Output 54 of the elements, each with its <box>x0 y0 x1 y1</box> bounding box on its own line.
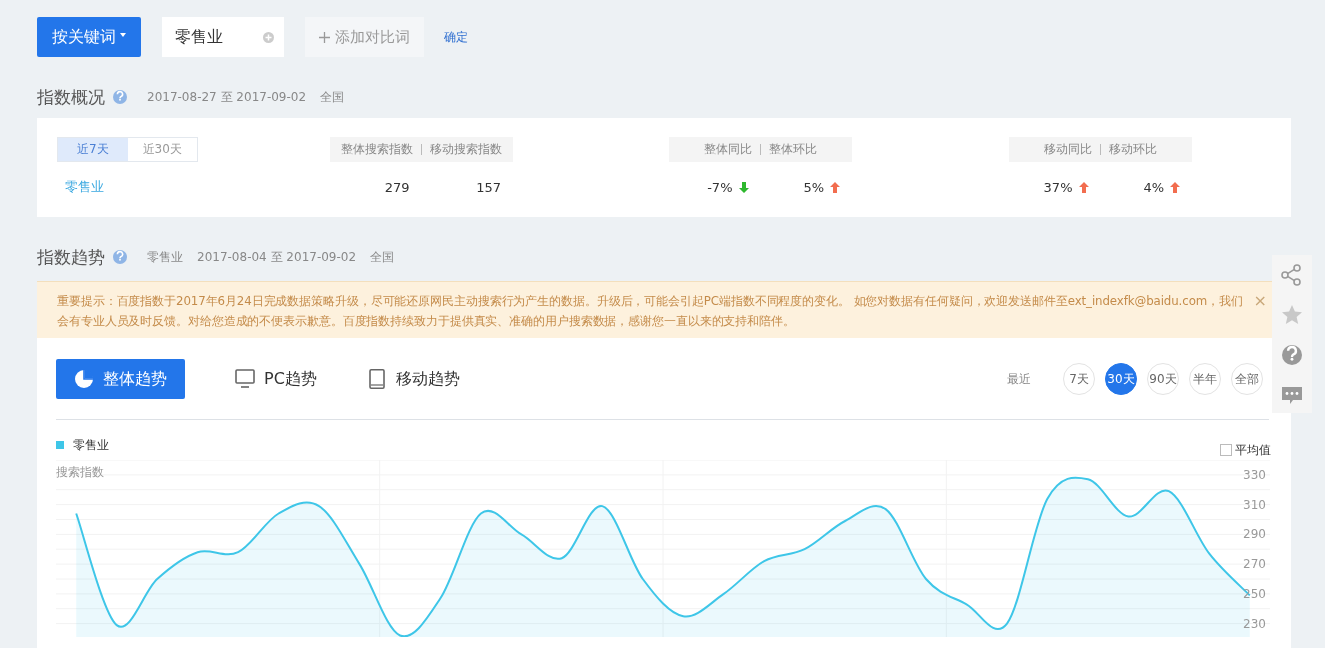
range-button[interactable]: 半年 <box>1189 363 1221 395</box>
column-header: 整体同比 <box>703 141 753 158</box>
column-header: 移动环比 <box>1100 144 1165 155</box>
date-range: 2017-08-27 至 2017-09-02 <box>147 88 307 106</box>
notice-text: 重要提示：百度指数于2017年6月24日完成数据策略升级，尽可能还原网民主动搜索行为产生的数据。升级后，可能会引起PC端指数不同程度的变化。 如您对数据有任何疑问，欢迎发送邮件至ext_indexfk@baidu.com，我们会有专业人员及时反馈。对给您造成的不便表示歉意。百度指数持续致力于提供真实、准确的用户搜索数据，感谢您一直以来的支持和陪伴。 <box>57 293 1244 330</box>
plus-icon <box>319 31 330 43</box>
view-tab[interactable]: 整体趋势 <box>56 359 185 399</box>
checkbox[interactable] <box>1220 444 1232 456</box>
keyword-mode-button[interactable]: 按关键词 <box>37 17 141 57</box>
keyword-label: 零售业 <box>147 248 183 266</box>
monitor-icon <box>235 369 255 389</box>
y-tick-label: 310 <box>1243 497 1266 512</box>
keyword-link[interactable]: 零售业 <box>57 178 330 196</box>
help-button[interactable] <box>1280 343 1304 367</box>
index-value: 157 <box>476 179 501 195</box>
region-label: 全国 <box>370 248 395 266</box>
help-icon <box>113 90 127 104</box>
index-value: 37% <box>1043 179 1073 195</box>
confirm-link[interactable]: 确定 <box>444 28 468 46</box>
range-button[interactable]: 30天 <box>1105 363 1137 395</box>
add-compare-button[interactable]: 添加对比词 <box>305 17 424 57</box>
help-icon <box>113 250 127 264</box>
y-tick-label: 250 <box>1243 586 1266 601</box>
favorite-star-button[interactable] <box>1280 303 1304 327</box>
y-axis-label: 搜索指数 <box>56 465 104 479</box>
legend-label: 零售业 <box>73 436 109 454</box>
tablet-icon <box>366 369 387 389</box>
section-title: 指数概况 <box>37 85 105 109</box>
period-tab[interactable]: 近7天 <box>58 138 128 161</box>
share-button[interactable] <box>1280 263 1304 287</box>
range-button[interactable]: 全部 <box>1231 363 1263 395</box>
index-value: 279 <box>384 179 410 195</box>
section-title: 指数趋势 <box>37 245 105 269</box>
index-value: -7% <box>707 179 733 195</box>
range-label: 最近 <box>1007 370 1031 388</box>
range-button[interactable]: 7天 <box>1063 363 1095 395</box>
keyword-input-field[interactable]: 零售业 <box>162 17 284 57</box>
column-header: 移动同比 <box>1043 141 1093 158</box>
y-tick-label: 290 <box>1243 527 1266 542</box>
date-range: 2017-08-04 至 2017-09-02 <box>197 248 357 266</box>
column-header: 整体环比 <box>760 144 825 155</box>
index-value: 4% <box>1143 179 1164 195</box>
caret-icon <box>120 33 126 37</box>
index-value: 5% <box>803 179 824 195</box>
pie-chart-icon <box>74 369 94 389</box>
column-header: 整体搜索指数 <box>340 141 414 158</box>
add-circle-icon <box>263 32 274 43</box>
y-tick-label: 270 <box>1243 557 1266 572</box>
y-tick-label: 330 <box>1243 467 1266 482</box>
range-button[interactable]: 90天 <box>1147 363 1179 395</box>
checkbox-label: 平均值 <box>1235 441 1271 459</box>
column-header: 移动搜索指数 <box>421 144 510 155</box>
y-tick-label: 230 <box>1243 616 1266 631</box>
region-label: 全国 <box>320 88 345 106</box>
